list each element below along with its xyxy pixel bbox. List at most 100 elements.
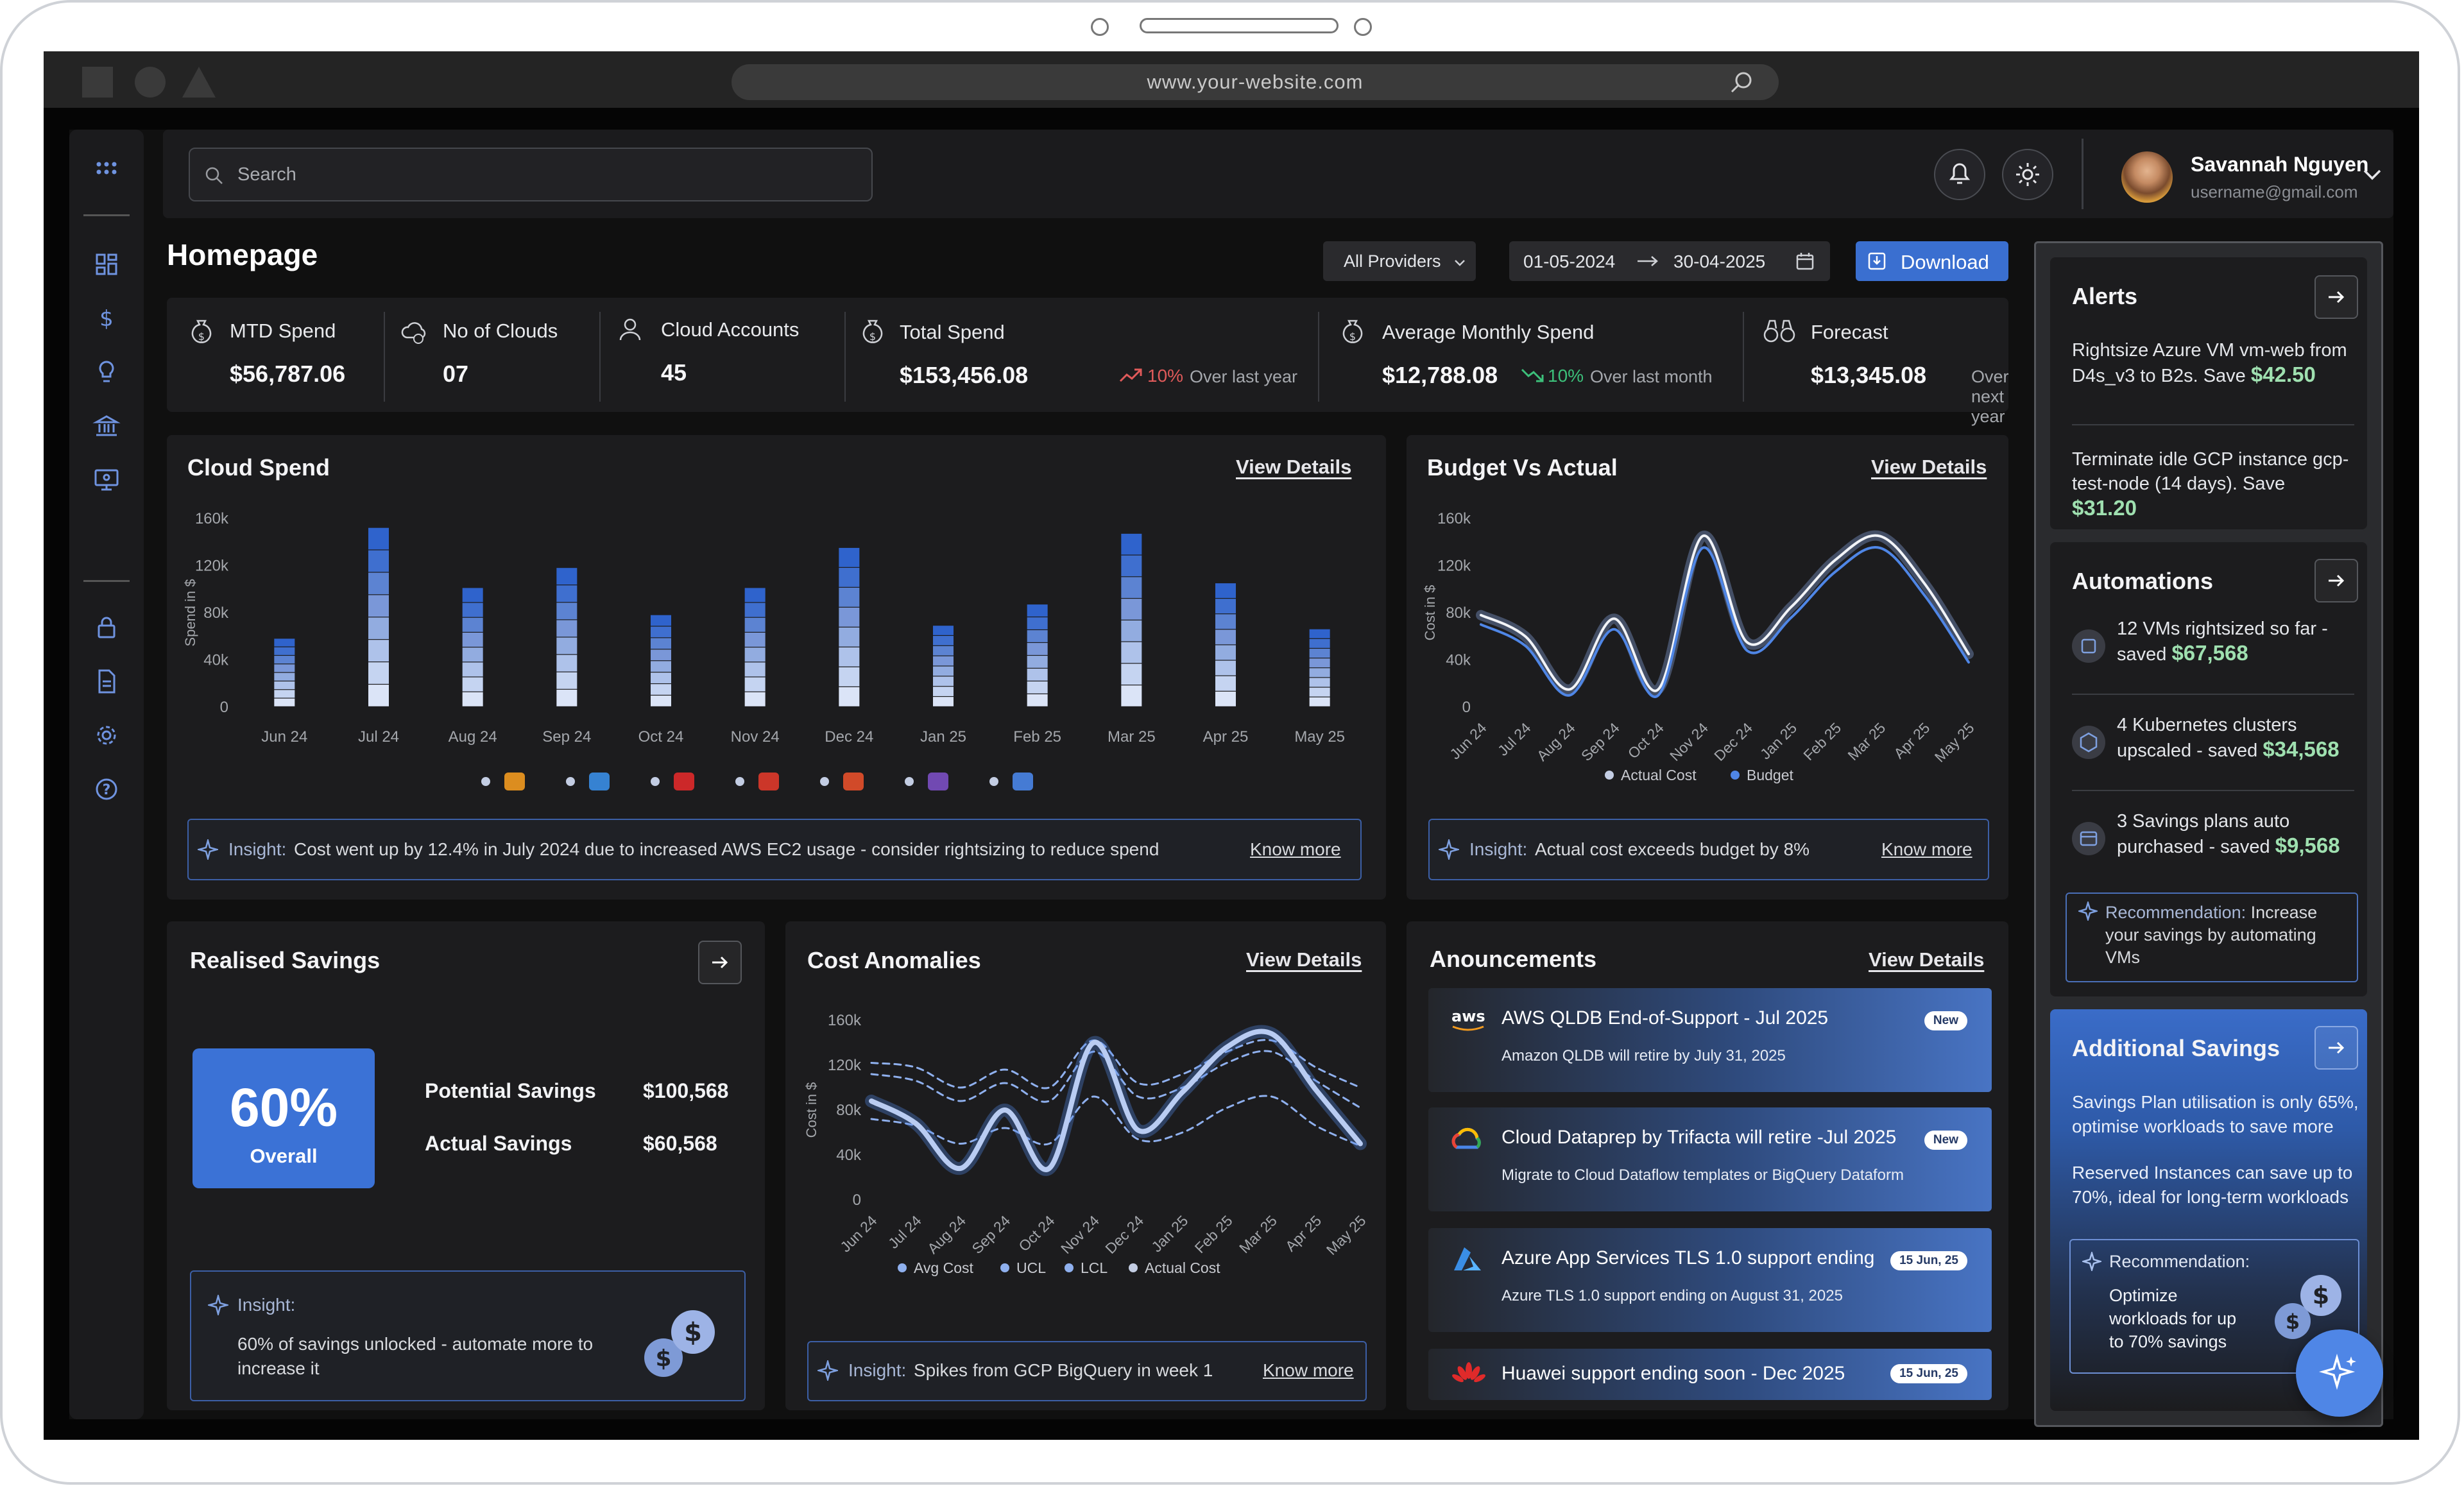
y-axis-label: Cost in $ <box>1422 585 1438 641</box>
alert-item[interactable]: Rightsize Azure VM vm-web from D4s_v3 to… <box>2072 338 2354 388</box>
insight-label: Insight: <box>237 1295 296 1315</box>
announcement-title: Huawei support ending soon - Dec 2025 <box>1502 1363 1845 1384</box>
announcement-subtitle: Migrate to Cloud Dataflow templates or B… <box>1502 1166 1904 1184</box>
x-tick-label: Dec 24 <box>1102 1212 1147 1257</box>
calendar-icon <box>1796 253 1814 270</box>
stat-divider <box>844 312 846 402</box>
budget-view-details[interactable]: View Details <box>1871 456 1987 479</box>
announcement-item[interactable]: aws AWS QLDB End-of-Support - Jul 2025 A… <box>1428 988 1992 1092</box>
lightbulb-icon[interactable] <box>91 357 122 388</box>
y-tick-label: 40k <box>836 1147 862 1164</box>
search-input[interactable]: Search <box>189 148 873 201</box>
additional-savings-text-1: Savings Plan utilisation is only 65%, op… <box>2072 1092 2359 1136</box>
arrow-right-icon <box>2329 574 2345 587</box>
theme-toggle-button[interactable] <box>2002 149 2053 200</box>
x-tick-label: Sep 24 <box>542 728 591 746</box>
cost-anomalies-title: Cost Anomalies <box>807 947 981 973</box>
total-spend-value: $153,456.08 <box>900 362 1029 388</box>
stat-divider <box>1318 312 1319 402</box>
gear-icon[interactable] <box>91 720 122 751</box>
announcement-item[interactable]: Cloud Dataprep by Trifacta will retire -… <box>1428 1107 1992 1211</box>
sparkle-icon <box>198 839 218 860</box>
alerts-panel: Alerts Rightsize Azure VM vm-web from D4… <box>2050 257 2367 529</box>
legend-dot <box>1129 1263 1138 1272</box>
announcement-item[interactable]: Azure App Services TLS 1.0 support endin… <box>1428 1228 1992 1332</box>
provider-filter-select[interactable]: All Providers <box>1323 241 1476 281</box>
download-icon <box>1868 252 1886 270</box>
know-more-link[interactable]: Know more <box>1263 1360 1354 1381</box>
automations-panel: Automations 12 VMs rightsized so far - s… <box>2050 542 2367 996</box>
cost-anomalies-view-details[interactable]: View Details <box>1246 948 1362 971</box>
x-tick-label: Feb 25 <box>1192 1212 1236 1256</box>
know-more-link[interactable]: Know more <box>1250 839 1341 860</box>
x-tick-label: Apr 25 <box>1203 728 1249 746</box>
forecast-sub: Over next year <box>1971 367 2009 426</box>
x-tick-label: Jul 24 <box>885 1212 925 1252</box>
svg-text:$: $ <box>2313 1281 2329 1310</box>
realised-savings-title: Realised Savings <box>190 947 381 973</box>
recommendation-label: Recommendation: <box>2105 903 2246 922</box>
announcement-item[interactable]: Huawei support ending soon - Dec 2025 15… <box>1428 1349 1992 1400</box>
cloud-dollar-icon <box>401 322 426 344</box>
x-tick-label: Dec 24 <box>1711 719 1756 764</box>
lock-icon[interactable] <box>91 612 122 643</box>
ai-assistant-button[interactable] <box>2296 1329 2383 1417</box>
search-icon[interactable] <box>1730 71 1753 94</box>
alert-amount: $31.20 <box>2072 496 2137 520</box>
x-tick-label: Jun 24 <box>261 728 307 746</box>
insight-text: Actual cost exceeds budget by 8% <box>1535 839 1810 859</box>
announcements-view-details[interactable]: View Details <box>1869 948 1984 971</box>
bar <box>1309 629 1330 706</box>
user-email: username@gmail.com <box>2191 182 2358 201</box>
x-tick-label: Sep 24 <box>968 1212 1013 1257</box>
announcement-title: Azure App Services TLS 1.0 support endin… <box>1502 1247 1875 1268</box>
x-tick-label: Jul 24 <box>358 728 399 746</box>
know-more-link[interactable]: Know more <box>1881 839 1972 860</box>
chevron-down-icon <box>2363 169 2381 180</box>
address-bar[interactable]: www.your-website.com <box>732 64 1779 100</box>
monitor-settings-icon[interactable] <box>91 465 122 495</box>
announcement-badge: 15 Jun, 25 <box>1890 1364 1967 1383</box>
apps-grid-icon[interactable] <box>91 155 122 186</box>
additional-savings-open-button[interactable] <box>2314 1026 2358 1070</box>
dashboard-icon[interactable] <box>91 249 122 280</box>
x-tick-label: Oct 24 <box>638 728 684 746</box>
cloud-spend-view-details[interactable]: View Details <box>1236 456 1351 479</box>
x-tick-label: Sep 24 <box>1578 719 1623 764</box>
user-menu[interactable]: Savannah Nguyen username@gmail.com <box>2097 139 2393 209</box>
automation-amount: $34,568 <box>2263 737 2340 761</box>
legend-label: Budget <box>1747 767 1794 783</box>
bar <box>933 626 954 706</box>
x-tick-label: Nov 24 <box>1057 1212 1102 1257</box>
search-icon <box>205 167 223 184</box>
help-icon[interactable]: ? <box>91 774 122 805</box>
automation-text: 3 Savings plans auto purchased - saved <box>2117 811 2290 857</box>
gcp-icon <box>1013 773 1033 790</box>
arrow-right-icon <box>712 956 728 969</box>
insight-text: Cost went up by 12.4% in July 2024 due t… <box>294 839 1159 859</box>
bank-icon[interactable] <box>91 411 122 441</box>
date-range-picker[interactable]: 01-05-2024 30-04-2025 <box>1509 241 1830 281</box>
alert-item[interactable]: Terminate idle GCP instance gcp-test-nod… <box>2072 447 2354 522</box>
dollar-icon[interactable]: $ <box>91 303 122 334</box>
legend-label: Actual Cost <box>1621 767 1697 783</box>
svg-text:$: $ <box>2286 1310 2300 1334</box>
announcement-title: AWS QLDB End-of-Support - Jul 2025 <box>1502 1007 1829 1029</box>
alerts-open-button[interactable] <box>2314 275 2358 319</box>
gcp-icon <box>1451 1127 1481 1149</box>
document-icon[interactable] <box>91 666 122 697</box>
x-tick-label: Jan 25 <box>1757 719 1800 762</box>
automations-open-button[interactable] <box>2314 559 2358 602</box>
x-tick-label: Jul 24 <box>1494 719 1534 759</box>
arrow-right-icon <box>1638 256 1658 266</box>
bar <box>839 547 860 706</box>
y-tick-label: 80k <box>203 604 229 622</box>
alert-amount: $42.50 <box>2250 363 2316 386</box>
total-spend-label: Total Spend <box>900 321 1005 343</box>
legend-label: UCL <box>1016 1260 1046 1276</box>
heroku-icon <box>928 773 948 790</box>
realised-savings-open-button[interactable] <box>698 941 742 984</box>
notification-button[interactable] <box>1934 149 1985 200</box>
download-button[interactable]: Download <box>1856 241 2008 281</box>
additional-savings-text-2: Reserved Instances can save up to 70%, i… <box>2072 1163 2353 1207</box>
